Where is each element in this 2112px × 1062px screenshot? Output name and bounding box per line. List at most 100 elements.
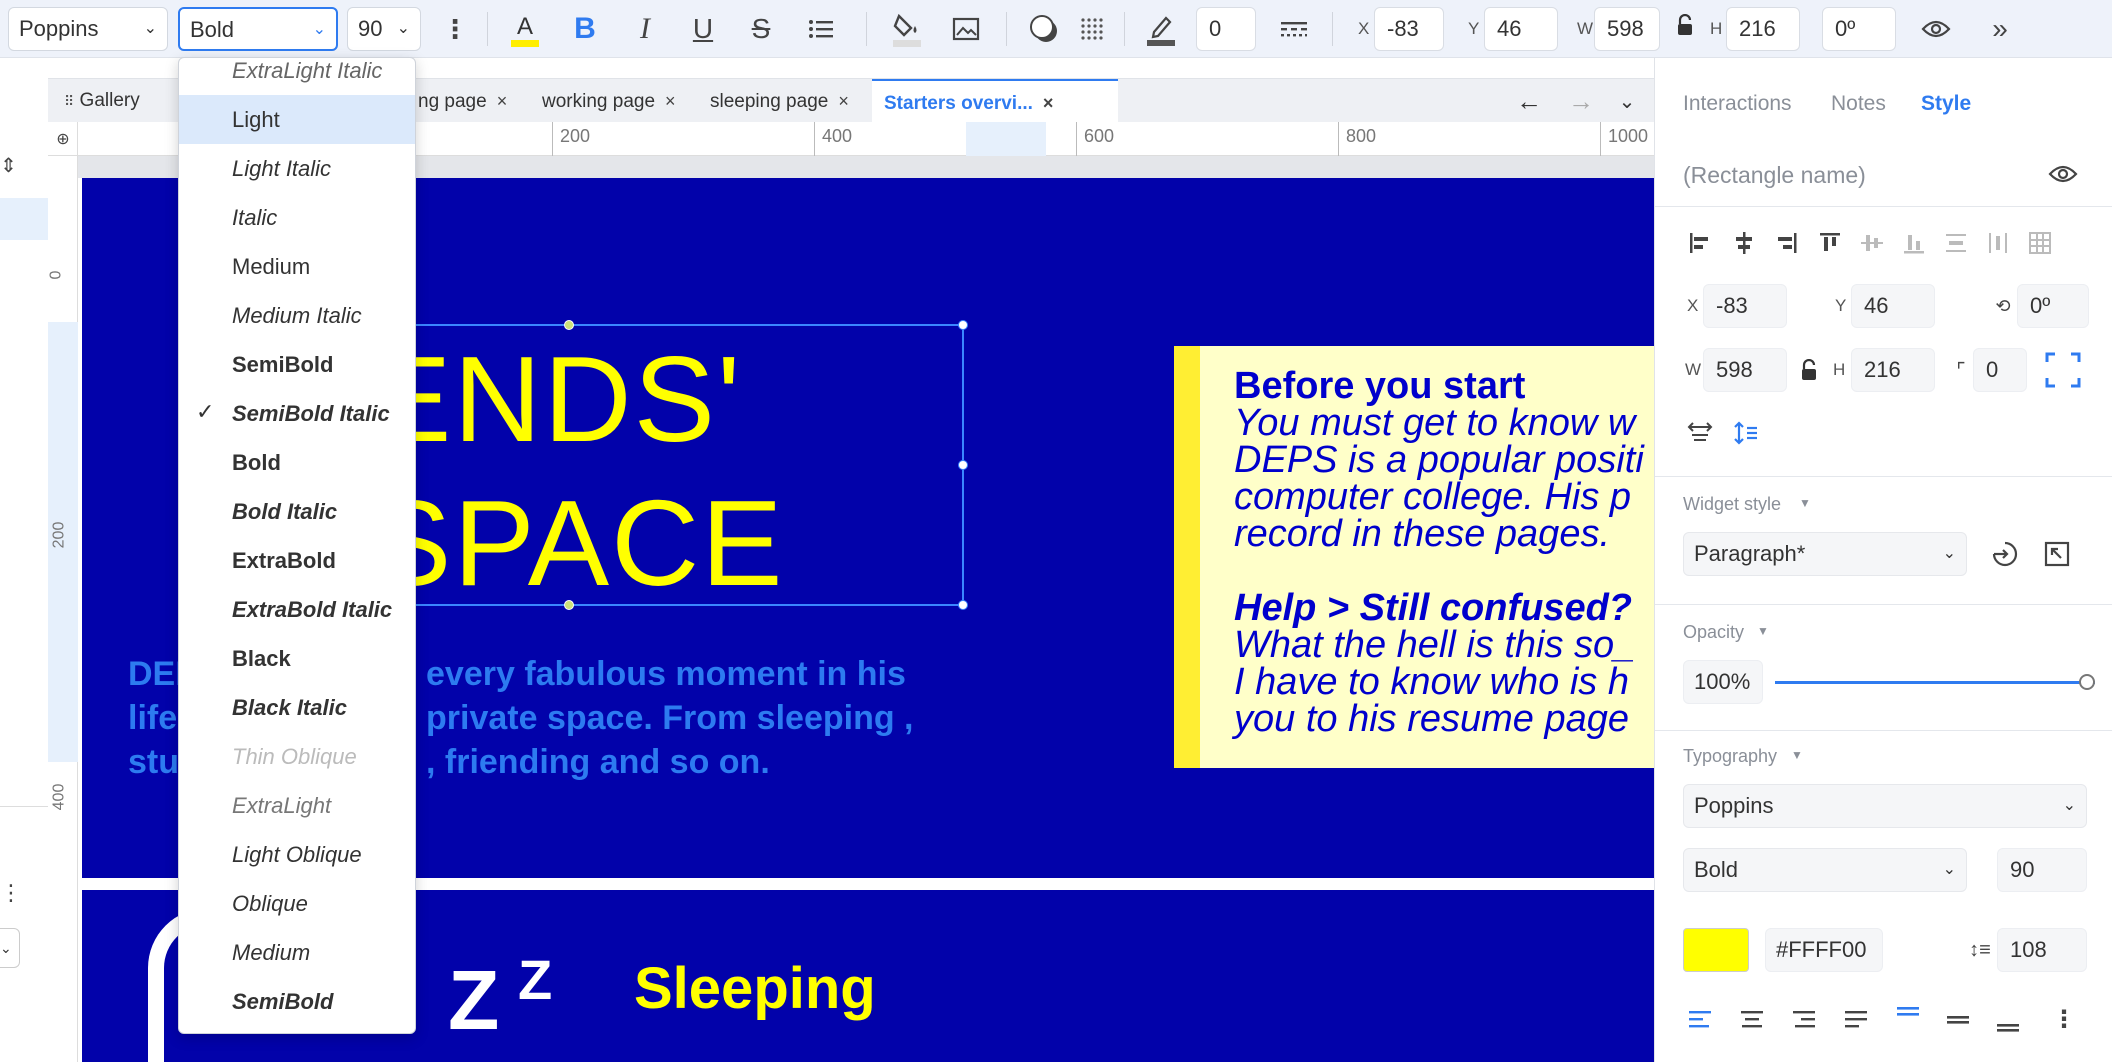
stroke-style-icon[interactable] [1276, 8, 1312, 50]
intro-note-card[interactable]: Before you start You must get to know w … [1174, 346, 1654, 768]
distribute-horizontal-icon[interactable] [1981, 226, 2015, 260]
x-input[interactable]: -83 [1374, 7, 1444, 51]
x-input[interactable]: -83 [1703, 284, 1787, 328]
resize-handle[interactable] [958, 600, 968, 610]
more-options-icon[interactable]: ⋮ [2051, 1002, 2077, 1036]
tab-starters-overview[interactable]: Starters overvi... × [872, 79, 1118, 123]
dropdown-option[interactable]: Light Italic [179, 144, 415, 193]
caret-down-icon[interactable]: ▼ [1757, 624, 1769, 638]
dropdown-option[interactable]: Medium Italic [179, 291, 415, 340]
caret-down-icon[interactable]: ▼ [1791, 748, 1803, 762]
dropdown-option[interactable]: Medium [179, 242, 415, 291]
forward-arrow-icon[interactable]: → [1566, 83, 1596, 119]
section-title-sleeping[interactable]: Sleeping [634, 960, 876, 1018]
y-input[interactable]: 46 [1851, 284, 1935, 328]
tab-notes[interactable]: Notes [1831, 92, 1886, 116]
tab-gallery[interactable]: ⠿ Gallery [64, 79, 140, 123]
pattern-icon[interactable] [1074, 8, 1110, 50]
sidebar-selected-row[interactable] [0, 198, 48, 240]
opacity-slider-handle[interactable] [2079, 674, 2095, 690]
vertical-align-top-icon[interactable] [1891, 998, 1925, 1032]
collapse-icon[interactable]: ⇕ [0, 153, 17, 193]
dropdown-option[interactable]: Thin Oblique [179, 732, 415, 781]
tab-style[interactable]: Style [1921, 92, 1971, 116]
dropdown-option-highlighted[interactable]: Light [179, 95, 415, 144]
distribute-vertical-icon[interactable] [1939, 226, 1973, 260]
line-height-input[interactable]: 108 [1997, 928, 2087, 972]
resize-handle[interactable] [958, 460, 968, 470]
bullet-list-icon[interactable] [804, 8, 838, 50]
close-icon[interactable]: × [497, 91, 508, 111]
dropdown-option[interactable]: Bold Italic [179, 487, 415, 536]
dropdown-option[interactable]: Black Italic [179, 683, 415, 732]
underline-icon[interactable]: U [686, 8, 720, 50]
stroke-color-icon[interactable] [1142, 8, 1180, 50]
chevron-down-icon[interactable]: ⌄ [0, 928, 20, 968]
corner-radius-input[interactable]: 0 [1973, 348, 2027, 392]
shadow-icon[interactable] [1026, 8, 1062, 50]
y-input[interactable]: 46 [1484, 7, 1558, 51]
dropdown-option[interactable]: ExtraLight Italic [179, 58, 415, 95]
close-icon[interactable]: × [838, 91, 849, 111]
fit-frame-icon[interactable] [2043, 350, 2083, 390]
vertical-align-middle-icon[interactable] [1941, 1002, 1975, 1036]
dropdown-option[interactable]: SemiBold Italic [179, 389, 415, 438]
dropdown-option[interactable]: Oblique [179, 879, 415, 928]
auto-height-icon[interactable] [1729, 416, 1763, 450]
text-align-left-icon[interactable] [1683, 1002, 1717, 1036]
text-color-icon[interactable]: A [506, 8, 544, 50]
dropdown-option[interactable]: Italic [179, 193, 415, 242]
w-input[interactable]: 598 [1703, 348, 1787, 392]
tab-page[interactable]: ng page × [418, 79, 507, 123]
back-arrow-icon[interactable]: ← [1514, 83, 1544, 119]
align-bottom-icon[interactable] [1897, 226, 1931, 260]
rectangle-name-input[interactable]: (Rectangle name) [1683, 162, 1866, 189]
dropdown-option[interactable]: ExtraLight [179, 781, 415, 830]
dropdown-option[interactable]: SemiBold [179, 977, 415, 1026]
rotation-input[interactable]: 0º [2017, 284, 2089, 328]
caret-down-icon[interactable]: ▼ [1799, 496, 1811, 510]
align-center-h-icon[interactable] [1727, 226, 1761, 260]
dropdown-option[interactable]: Medium [179, 928, 415, 977]
typography-weight-select[interactable]: Bold ⌄ [1683, 848, 1967, 892]
bold-icon[interactable]: B [568, 8, 602, 50]
font-family-select[interactable]: Poppins ⌄ [8, 7, 168, 51]
opacity-slider-track[interactable] [1775, 674, 2095, 690]
dropdown-option[interactable]: Black [179, 634, 415, 683]
w-input[interactable]: 598 [1594, 7, 1660, 51]
dropdown-option-selected[interactable]: Bold [179, 438, 415, 487]
typography-size-input[interactable]: 90 [1997, 848, 2087, 892]
typography-font-select[interactable]: Poppins ⌄ [1683, 784, 2087, 828]
resize-handle[interactable] [564, 320, 574, 330]
tab-working-page[interactable]: working page × [542, 79, 676, 123]
text-align-right-icon[interactable] [1787, 1002, 1821, 1036]
more-options-icon[interactable]: ⋮ [440, 9, 470, 49]
font-weight-select[interactable]: Bold ⌄ [178, 7, 338, 51]
expand-chevrons-icon[interactable]: » [1980, 8, 2020, 50]
crosshair-icon[interactable]: ⊕ [52, 128, 74, 150]
dropdown-option[interactable]: ExtraBold [179, 536, 415, 585]
text-align-center-icon[interactable] [1735, 1002, 1769, 1036]
close-icon[interactable]: × [1043, 93, 1054, 113]
image-icon[interactable] [948, 8, 984, 50]
lock-open-icon[interactable] [1797, 354, 1821, 386]
preview-eye-icon[interactable] [1916, 8, 1956, 50]
align-top-icon[interactable] [1813, 226, 1847, 260]
visibility-eye-icon[interactable] [2045, 156, 2081, 192]
resize-handle[interactable] [564, 600, 574, 610]
stroke-width-input[interactable]: 0 [1196, 7, 1256, 51]
apply-style-icon[interactable] [1987, 536, 2023, 572]
dropdown-option[interactable]: Light Oblique [179, 830, 415, 879]
resize-handle[interactable] [958, 320, 968, 330]
close-icon[interactable]: × [665, 91, 676, 111]
dropdown-option[interactable]: ExtraBold Italic [179, 585, 415, 634]
fit-width-icon[interactable] [1683, 416, 1717, 450]
fill-color-icon[interactable] [888, 8, 926, 50]
more-options-icon[interactable]: ⋮ [0, 880, 22, 910]
tabs-menu-chevron-icon[interactable]: ⌄ [1612, 83, 1642, 119]
align-middle-icon[interactable] [1855, 226, 1889, 260]
align-right-icon[interactable] [1769, 226, 1803, 260]
rotation-input[interactable]: 0º [1822, 7, 1896, 51]
opacity-input[interactable]: 100% [1683, 660, 1763, 704]
widget-style-select[interactable]: Paragraph* ⌄ [1683, 532, 1967, 576]
